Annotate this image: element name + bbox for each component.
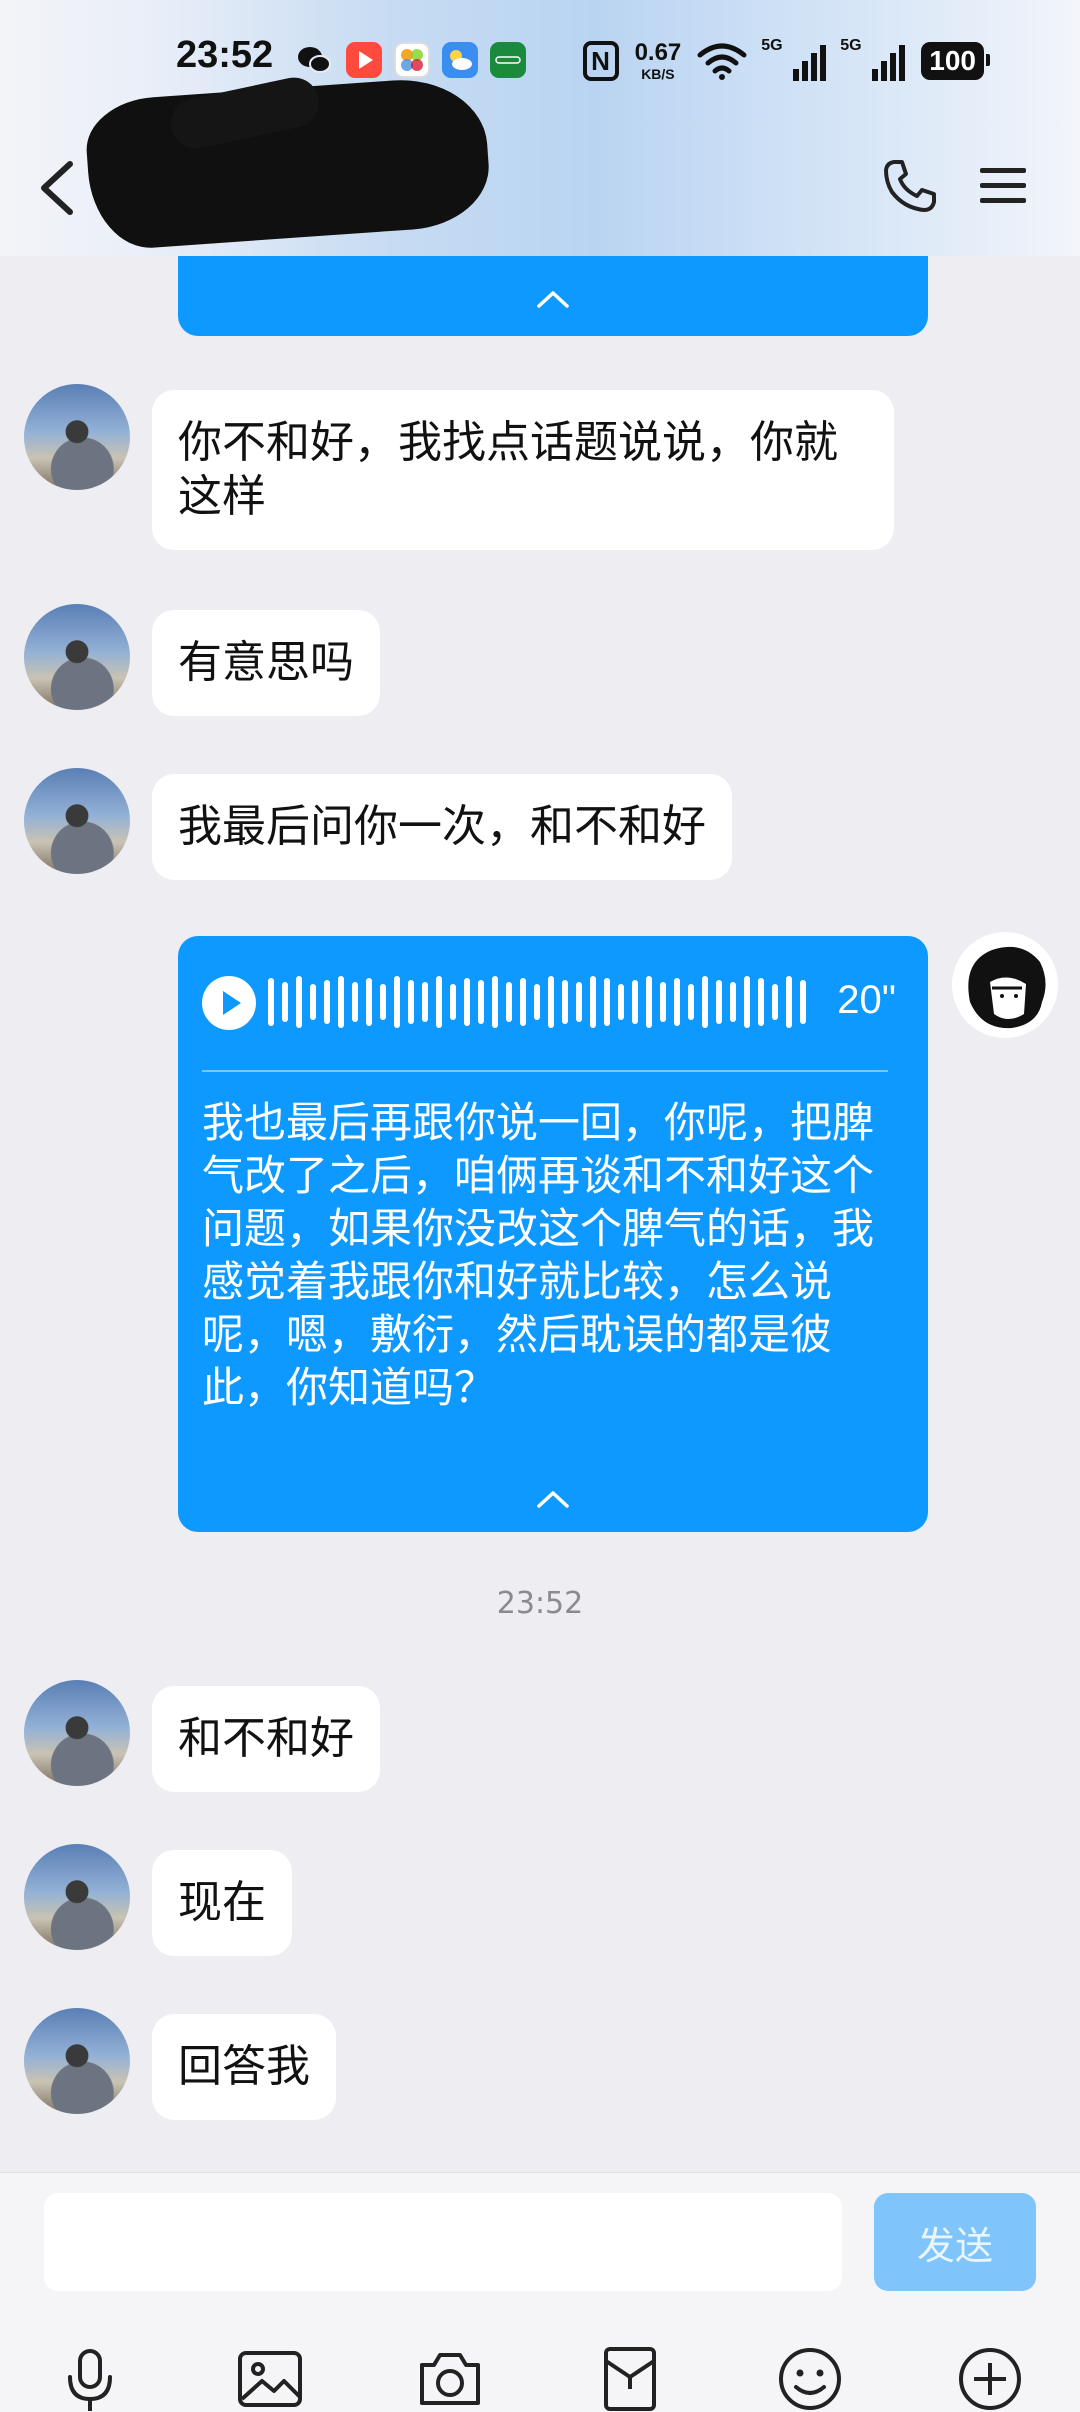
message-input[interactable] <box>44 2193 842 2291</box>
message-bubble[interactable]: 现在 <box>152 1850 292 1956</box>
oppo-app-icon <box>490 42 526 78</box>
wifi-icon <box>697 43 747 80</box>
menu-icon[interactable] <box>980 166 1026 206</box>
phone-icon[interactable] <box>880 156 940 216</box>
message-bubble[interactable]: 和不和好 <box>152 1686 380 1792</box>
contact-avatar[interactable] <box>24 2008 130 2114</box>
chat-header: 23:52 N 0.67 KB/S 5G 5G 100 <box>0 0 1080 256</box>
message-bubble[interactable]: 我最后问你一次，和不和好 <box>152 774 732 880</box>
voice-duration: 20" <box>837 978 896 1022</box>
weather-app-icon <box>442 42 478 78</box>
contact-avatar[interactable] <box>24 384 130 490</box>
emoji-icon[interactable] <box>774 2343 846 2412</box>
message-bubble[interactable]: 你不和好，我找点话题说说，你就这样 <box>152 390 894 550</box>
contact-avatar[interactable] <box>24 604 130 710</box>
network-speed-value: 0.67 <box>634 39 682 66</box>
nfc-icon: N <box>582 41 619 81</box>
video-app-icon <box>346 42 382 78</box>
red-packet-icon[interactable] <box>594 2343 666 2412</box>
gallery-app-icon <box>394 42 430 78</box>
chevron-up-icon[interactable] <box>535 288 571 310</box>
message-bubble[interactable]: 有意思吗 <box>152 610 380 716</box>
message-bubble[interactable]: 回答我 <box>152 2014 336 2120</box>
microphone-icon[interactable] <box>54 2343 126 2412</box>
signal-icon-2: 5G <box>840 37 906 81</box>
plus-icon[interactable] <box>954 2343 1026 2412</box>
battery-indicator: 100 <box>921 42 990 80</box>
status-time: 23:52 <box>176 34 274 76</box>
play-button[interactable] <box>202 976 256 1030</box>
message-timestamp: 23:52 <box>496 1586 584 1621</box>
chevron-up-icon[interactable] <box>535 1488 571 1510</box>
input-bar: 发送 <box>0 2172 1080 2412</box>
signal-label-1: 5G <box>761 37 783 54</box>
image-icon[interactable] <box>234 2343 306 2412</box>
contact-avatar[interactable] <box>24 1844 130 1950</box>
voice-divider <box>202 1070 888 1072</box>
chat-screen: 23:52 N 0.67 KB/S 5G 5G 100 你不和好，我找点话题说说… <box>0 0 1080 2412</box>
voice-message-bubble[interactable]: 20" 我也最后再跟你说一回，你呢，把脾气改了之后，咱俩再谈和不和好这个问题，如… <box>178 936 928 1532</box>
play-icon <box>223 991 241 1015</box>
contact-avatar[interactable] <box>24 768 130 874</box>
signal-label-2: 5G <box>840 37 862 54</box>
wechat-notification-icon <box>296 42 332 78</box>
signal-icon-1: 5G <box>761 37 827 81</box>
contact-avatar[interactable] <box>24 1680 130 1786</box>
send-button[interactable]: 发送 <box>874 2193 1036 2291</box>
status-icons: N 0.67 KB/S 5G 5G 100 <box>582 36 990 86</box>
voice-transcript: 我也最后再跟你说一回，你呢，把脾气改了之后，咱俩再谈和不和好这个问题，如果你没改… <box>202 1098 875 1412</box>
network-speed: 0.67 KB/S <box>634 39 682 82</box>
back-chevron-icon[interactable] <box>34 158 84 218</box>
camera-icon[interactable] <box>414 2343 486 2412</box>
network-speed-unit: KB/S <box>641 66 675 82</box>
